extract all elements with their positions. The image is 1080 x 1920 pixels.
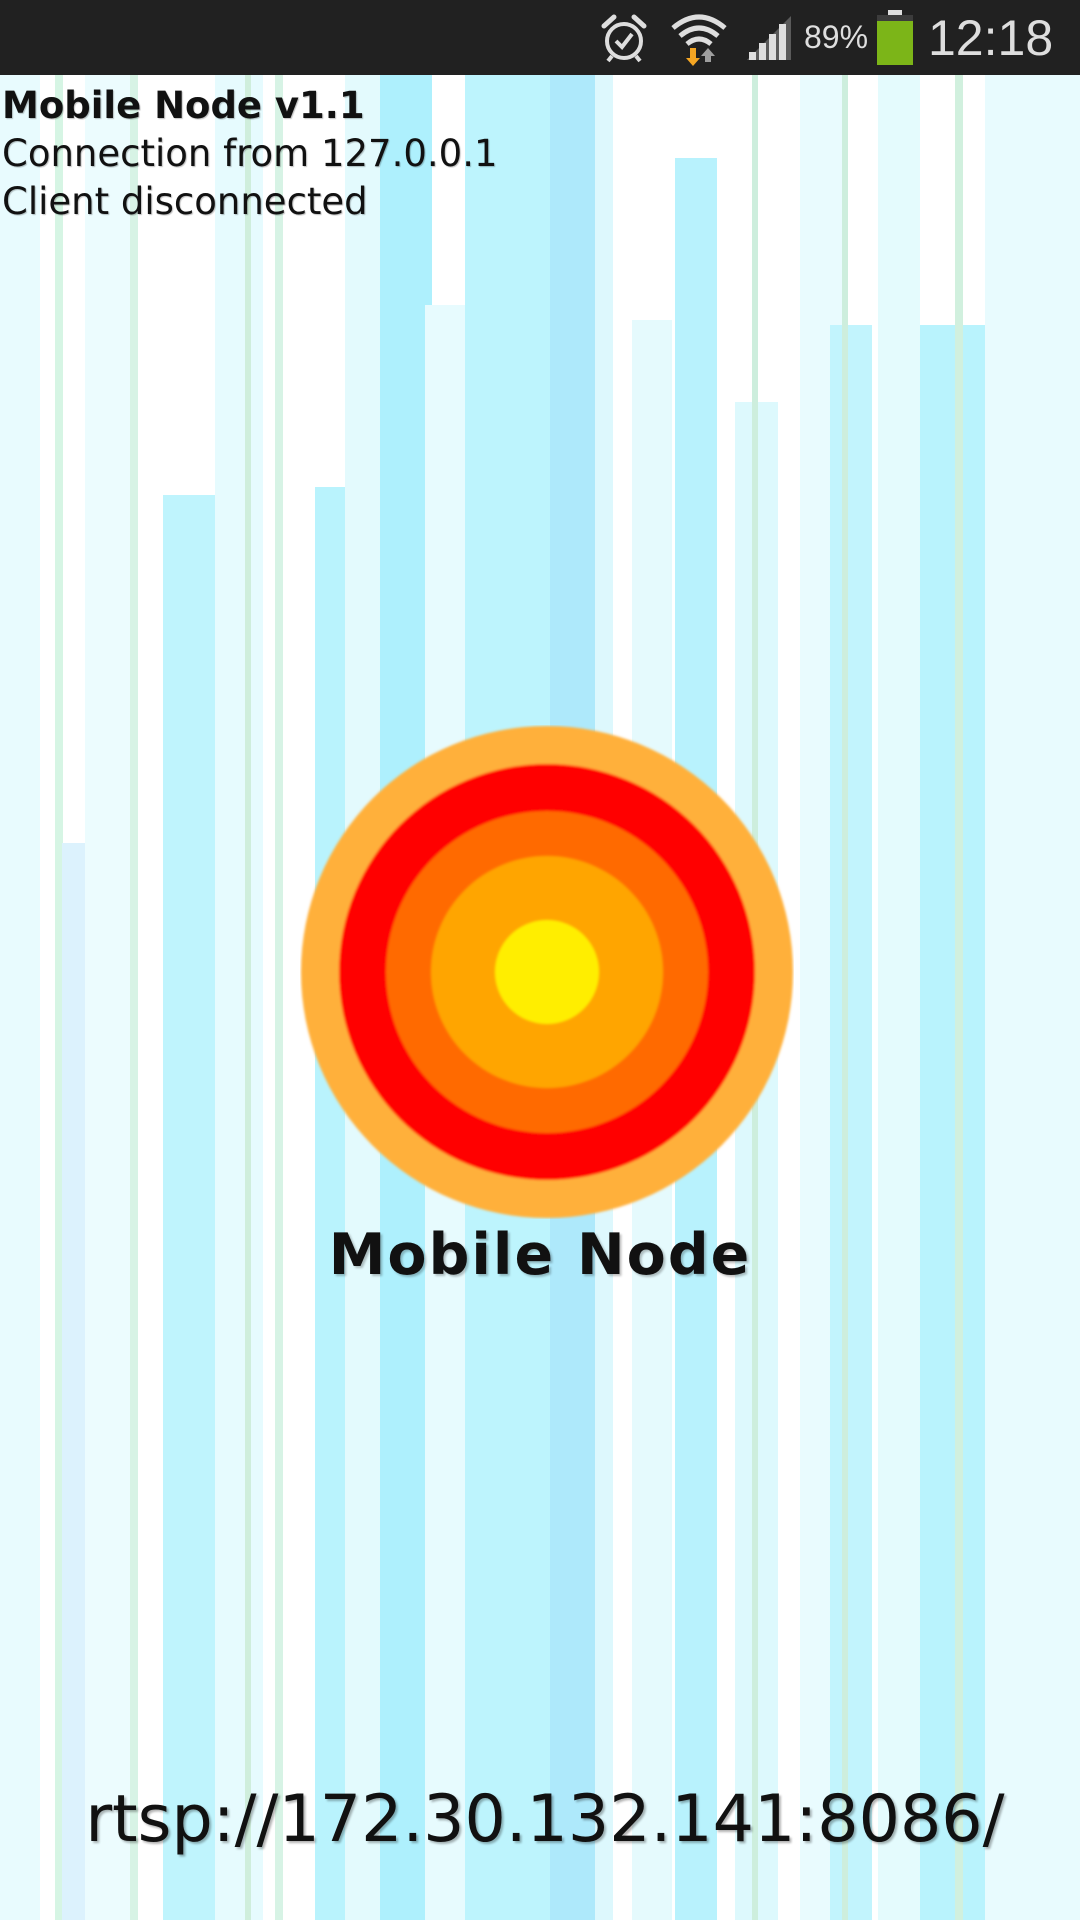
wifi-icon (670, 0, 728, 75)
signal-icon (745, 0, 793, 75)
battery-percent: 89% (804, 19, 869, 55)
clock: 12:18 (928, 9, 1054, 66)
app-title: Mobile Node v1.1 (2, 84, 365, 127)
logo-text: Mobile Node (328, 1222, 752, 1288)
stream-url: rtsp://172.30.132.141:8086/ (85, 1782, 1005, 1857)
battery-icon (876, 0, 914, 75)
connection-log: Mobile Node v1.1 Connection from 127.0.0… (2, 82, 498, 226)
status-bar: 89% 12:18 (0, 0, 1080, 75)
app-logo (300, 725, 794, 1219)
alarm-icon (598, 0, 650, 75)
log-line: Client disconnected (2, 180, 368, 223)
log-line: Connection from 127.0.0.1 (2, 132, 498, 175)
